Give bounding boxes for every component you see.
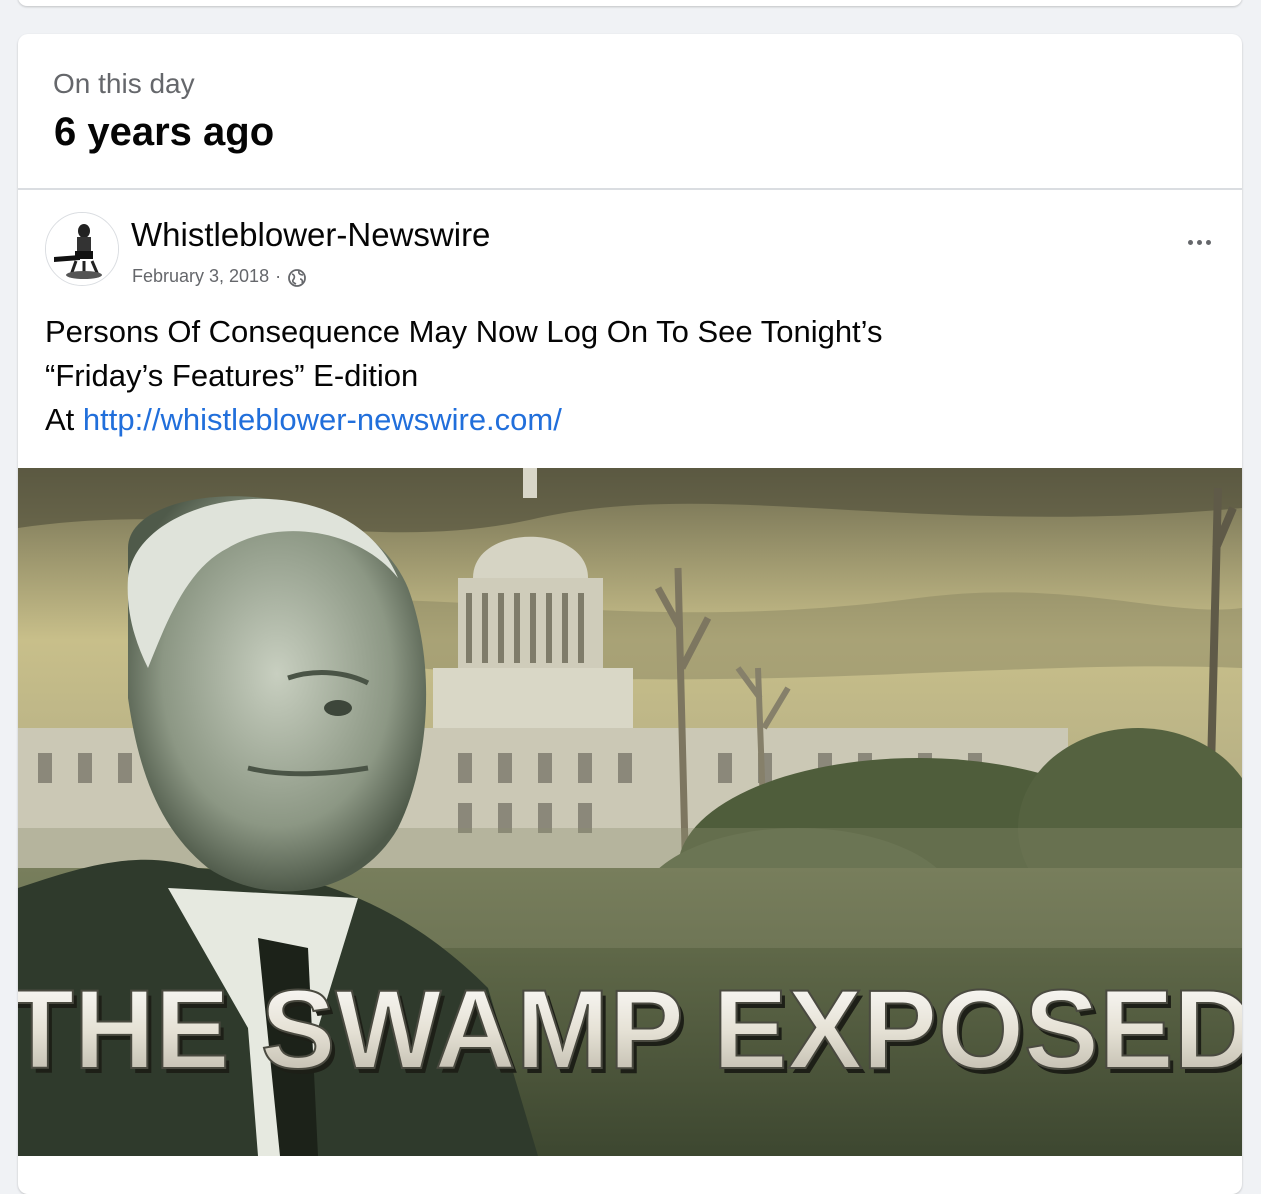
post-meta: February 3, 2018 ·: [132, 264, 307, 288]
more-dot: [1205, 239, 1211, 245]
author-name[interactable]: Whistleblower-Newswire: [131, 216, 490, 254]
globe-icon: [288, 269, 306, 287]
memory-kicker: On this day: [53, 68, 195, 99]
memory-title: 6 years ago: [54, 110, 275, 154]
more-dot: [1187, 239, 1193, 245]
avatar[interactable]: [45, 212, 119, 286]
avatar-logo-icon: [46, 213, 118, 285]
swamp-image: THE SWAMP EXPOSED THE SWAMP EXPOSED: [18, 468, 1242, 1156]
meta-separator: ·: [275, 265, 282, 286]
post-header: Whistleblower-Newswire February 3, 2018 …: [18, 190, 1242, 300]
post-link[interactable]: http://whistleblower-newswire.com/: [83, 402, 562, 437]
post-date[interactable]: February 3, 2018: [132, 266, 269, 287]
more-options-button[interactable]: [1178, 224, 1220, 260]
memory-card: On this day 6 years ago Whistleblower-Ne…: [18, 34, 1242, 1194]
post-text-prefix: At: [45, 402, 83, 437]
post-text-line-1: Persons Of Consequence May Now Log On To…: [45, 314, 883, 349]
post-text-line-2: “Friday’s Features” E-dition: [45, 358, 419, 393]
memory-header: On this day 6 years ago: [18, 34, 1242, 190]
previous-card: [18, 0, 1242, 6]
post-image[interactable]: THE SWAMP EXPOSED THE SWAMP EXPOSED: [18, 468, 1242, 1156]
image-caption: THE SWAMP EXPOSED: [18, 967, 1242, 1092]
more-dot: [1196, 239, 1202, 245]
post-text-line-3: At http://whistleblower-newswire.com/: [45, 398, 1215, 442]
post-text: Persons Of Consequence May Now Log On To…: [18, 310, 1242, 442]
